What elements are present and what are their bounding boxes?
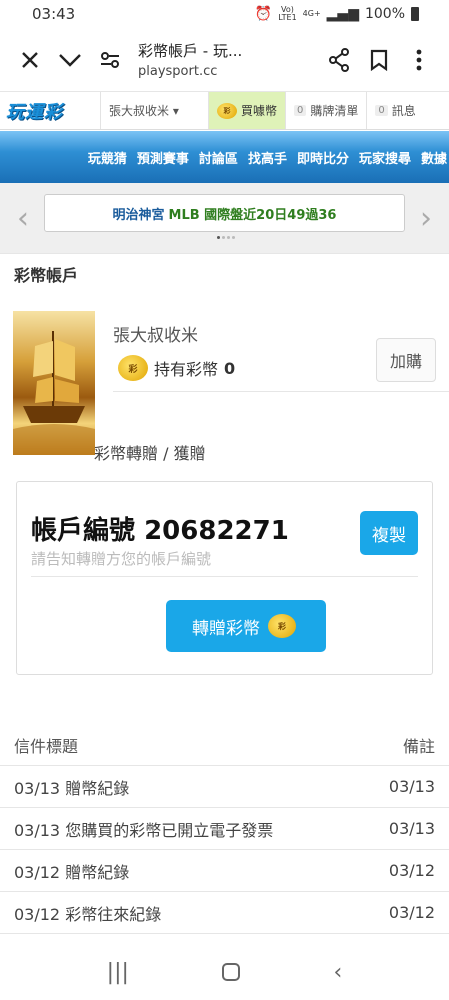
row-note: 03/13 (388, 777, 435, 796)
signal-icon: ▂▄▆ (326, 6, 359, 22)
browser-url: playsport.cc (138, 64, 218, 79)
main-nav: 玩競猜 預測賽事 討論區 找高手 即時比分 玩家搜尋 數據 (0, 131, 449, 183)
share-icon[interactable] (319, 40, 359, 80)
battery-percent: 100% (364, 6, 405, 22)
account-hint: 請告知轉贈方您的帳戶編號 (31, 550, 212, 568)
messages-link[interactable]: 0 訊息 (366, 92, 449, 129)
transfer-heading: 彩幣轉贈 / 獲贈 (94, 444, 206, 463)
account-number: 帳戶編號 20682271 (31, 510, 289, 547)
page-title: 彩幣帳戶 (0, 253, 449, 293)
chevron-right-icon[interactable]: › (413, 201, 439, 236)
gift-coins-label: 轉贈彩幣 (192, 618, 260, 639)
cart-count: 0 (294, 105, 307, 116)
buy-coin-button[interactable]: 彩 買噱幣 (208, 92, 286, 129)
nav-item-guess[interactable]: 玩競猜 (88, 148, 127, 167)
carousel-prefix: 明治神宮 (112, 207, 165, 223)
battery-icon (411, 7, 419, 21)
cart-link[interactable]: 0 購牌清單 (285, 92, 366, 129)
messages-label: 訊息 (391, 104, 416, 118)
coin-icon: 彩 (268, 614, 296, 638)
browser-toolbar: 彩幣帳戶 - 玩... playsport.cc (0, 28, 449, 92)
row-title: 03/12 贈幣紀錄 (14, 862, 130, 882)
alarm-icon: ⏰ (254, 6, 273, 22)
header-note: 備註 (402, 736, 435, 756)
table-row[interactable]: 03/13 贈幣紀錄 03/13 (0, 766, 449, 808)
row-note: 03/12 (388, 903, 435, 922)
table-row[interactable]: 03/12 贈幣紀錄 03/12 (0, 850, 449, 892)
status-bar: 03:43 ⏰ Vo) LTE1 4G+ ▂▄▆ 100% (0, 0, 449, 28)
more-vert-icon[interactable] (399, 40, 439, 80)
account-value: 20682271 (144, 516, 289, 546)
header-title: 信件標題 (14, 736, 79, 756)
user-menu[interactable]: 張大叔收米 ▾ (100, 92, 208, 129)
username: 張大叔收米 (113, 326, 198, 346)
carousel-text: MLB 國際盤近20日49過36 (168, 207, 337, 223)
volte-indicator: Vo) LTE1 (278, 5, 297, 22)
browser-title: 彩幣帳戶 - 玩... (138, 42, 243, 60)
system-nav-bar: ||| ‹ (0, 944, 449, 1000)
tune-icon[interactable] (90, 40, 130, 80)
account-label: 帳戶編號 (31, 516, 136, 546)
gift-coins-button[interactable]: 轉贈彩幣 彩 (166, 600, 326, 652)
home-icon[interactable] (222, 963, 241, 981)
network-type: 4G+ (302, 9, 321, 18)
nav-item-data[interactable]: 數據 (421, 148, 447, 167)
chevron-left-icon[interactable]: ‹ (10, 201, 36, 236)
coin-balance: 彩 持有彩幣 0 (118, 355, 235, 381)
status-time: 03:43 (32, 5, 76, 23)
status-icons: ⏰ Vo) LTE1 4G+ ▂▄▆ 100% (255, 6, 419, 22)
message-count: 0 (375, 105, 388, 116)
divider (31, 576, 418, 577)
mail-table: 信件標題 備註 03/13 贈幣紀錄 03/13 03/13 您購買的彩幣已開立… (0, 724, 449, 934)
table-row[interactable]: 03/12 彩幣往來紀錄 03/12 (0, 892, 449, 934)
copy-button[interactable]: 複製 (360, 511, 418, 555)
back-icon[interactable]: ‹ (334, 960, 343, 985)
profile-section: 張大叔收米 彩 持有彩幣 0 加購 彩幣轉贈 / 獲贈 (0, 311, 449, 463)
avatar (13, 311, 95, 455)
table-row[interactable]: 03/13 您購買的彩幣已開立電子發票 03/13 (0, 808, 449, 850)
row-title: 03/12 彩幣往來紀錄 (14, 904, 162, 924)
add-coins-button[interactable]: 加購 (376, 338, 436, 382)
close-icon[interactable] (10, 40, 50, 80)
divider (113, 391, 449, 392)
coin-icon: 彩 (118, 355, 148, 381)
table-header: 信件標題 備註 (0, 724, 449, 766)
site-logo[interactable]: 玩運彩 (0, 92, 100, 129)
carousel-item[interactable]: 明治神宮 MLB 國際盤近20日49過36 (44, 194, 405, 232)
balance-value: 0 (224, 358, 236, 378)
row-title: 03/13 您購買的彩幣已開立電子發票 (14, 820, 274, 840)
balance-label: 持有彩幣 (154, 360, 219, 379)
nav-item-predict[interactable]: 預測賽事 (137, 148, 189, 167)
coin-icon: 彩 (217, 102, 237, 119)
row-note: 03/13 (388, 819, 435, 838)
nav-item-live-score[interactable]: 即時比分 (297, 148, 349, 167)
buy-coin-label: 買噱幣 (241, 104, 278, 118)
row-title: 03/13 贈幣紀錄 (14, 778, 130, 798)
nav-item-experts[interactable]: 找高手 (248, 148, 287, 167)
nav-item-forum[interactable]: 討論區 (199, 148, 238, 167)
carousel-dots (217, 236, 235, 239)
page-info[interactable]: 彩幣帳戶 - 玩... playsport.cc (130, 40, 319, 79)
news-carousel: ‹ 明治神宮 MLB 國際盤近20日49過36 › (0, 183, 449, 253)
bookmark-icon[interactable] (359, 40, 399, 80)
row-note: 03/12 (388, 861, 435, 880)
site-header: 玩運彩 張大叔收米 ▾ 彩 買噱幣 0 購牌清單 0 訊息 (0, 92, 449, 130)
nav-item-player-search[interactable]: 玩家搜尋 (359, 148, 411, 167)
recents-icon[interactable]: ||| (107, 960, 129, 985)
account-card: 帳戶編號 20682271 請告知轉贈方您的帳戶編號 複製 轉贈彩幣 彩 (16, 481, 433, 675)
chevron-down-icon[interactable] (50, 40, 90, 80)
cart-label: 購牌清單 (310, 104, 359, 118)
